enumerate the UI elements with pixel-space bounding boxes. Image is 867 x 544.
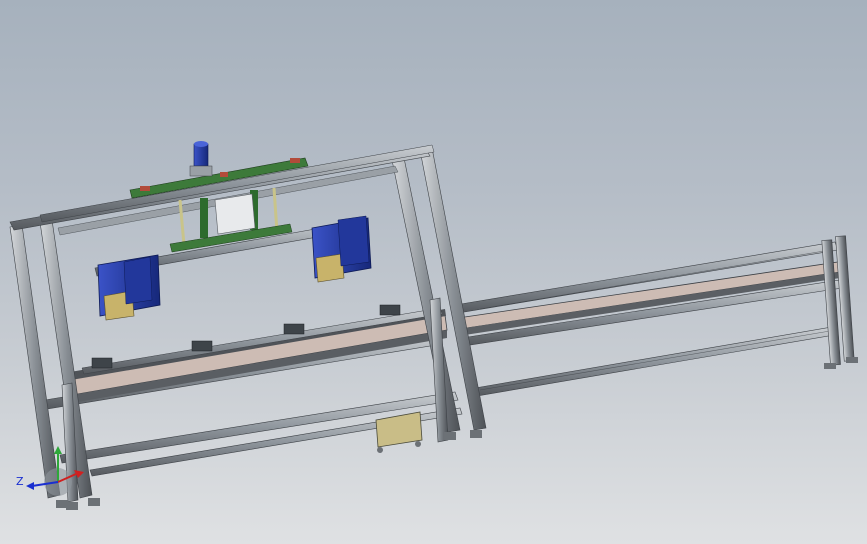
conveyor-assembly-model[interactable] xyxy=(0,0,867,544)
axis-triad-graphic xyxy=(26,446,84,496)
left-cylinder-block[interactable] xyxy=(97,254,161,321)
z-axis-label: Z xyxy=(16,475,24,488)
right-cylinder-block[interactable] xyxy=(311,215,372,283)
graphics-viewport[interactable]: Z xyxy=(0,0,867,544)
view-orientation-triad: Z xyxy=(16,446,88,506)
extension-conveyor[interactable] xyxy=(454,235,858,397)
base-frame[interactable] xyxy=(44,304,463,477)
